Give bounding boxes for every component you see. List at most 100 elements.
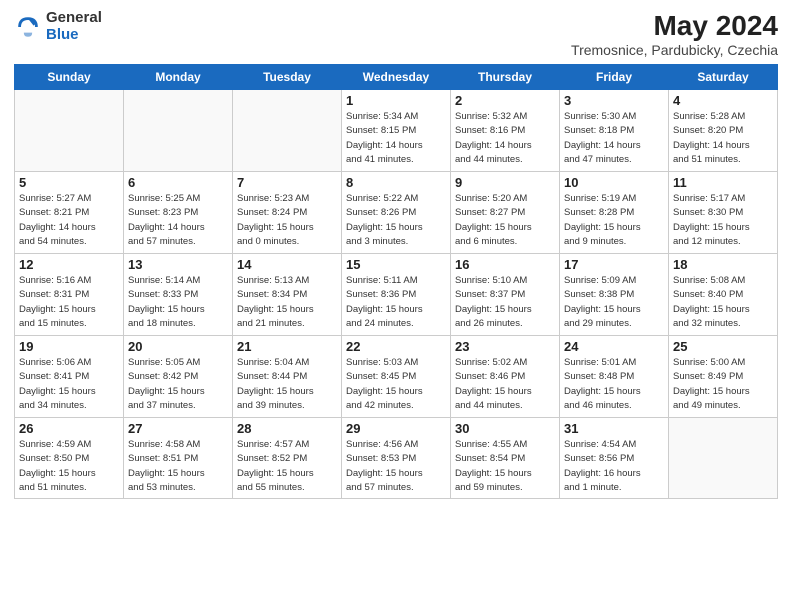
- day-number: 21: [237, 339, 337, 354]
- table-row: 15Sunrise: 5:11 AMSunset: 8:36 PMDayligh…: [342, 254, 451, 336]
- table-row: 25 Sunrise: 5:00 AMSunset: 8:49 PMDayligh…: [669, 336, 778, 418]
- day-info: Sunrise: 4:56 AMSunset: 8:53 PMDaylight:…: [346, 438, 446, 495]
- day-number: 31: [564, 421, 664, 436]
- table-row: 21 Sunrise: 5:04 AMSunset: 8:44 PMDayligh…: [233, 336, 342, 418]
- logo: General Blue: [14, 10, 102, 43]
- day-info: Sunrise: 5:06 AMSunset: 8:41 PMDaylight:…: [19, 356, 119, 413]
- main-title: May 2024: [571, 10, 778, 42]
- table-row: 31 Sunrise: 4:54 AMSunset: 8:56 PMDayligh…: [560, 418, 669, 499]
- table-row: [124, 90, 233, 172]
- table-row: 11 Sunrise: 5:17 AMSunset: 8:30 PMDayligh…: [669, 172, 778, 254]
- calendar-body: 1Sunrise: 5:34 AMSunset: 8:15 PMDaylight…: [15, 90, 778, 499]
- day-number: 29: [346, 421, 446, 436]
- day-info: Sunrise: 5:01 AMSunset: 8:48 PMDaylight:…: [564, 356, 664, 413]
- days-of-week-row: Sunday Monday Tuesday Wednesday Thursday…: [15, 65, 778, 90]
- day-number: 28: [237, 421, 337, 436]
- table-row: 3 Sunrise: 5:30 AMSunset: 8:18 PMDaylight…: [560, 90, 669, 172]
- table-row: 18 Sunrise: 5:08 AMSunset: 8:40 PMDayligh…: [669, 254, 778, 336]
- col-sunday: Sunday: [15, 65, 124, 90]
- calendar: Sunday Monday Tuesday Wednesday Thursday…: [14, 64, 778, 499]
- day-info: Sunrise: 5:23 AMSunset: 8:24 PMDaylight:…: [237, 192, 337, 249]
- table-row: 6 Sunrise: 5:25 AMSunset: 8:23 PMDaylight…: [124, 172, 233, 254]
- day-info: Sunrise: 5:32 AMSunset: 8:16 PMDaylight:…: [455, 110, 555, 167]
- day-number: 15: [346, 257, 446, 272]
- table-row: 14 Sunrise: 5:13 AMSunset: 8:34 PMDayligh…: [233, 254, 342, 336]
- table-row: [15, 90, 124, 172]
- day-info: Sunrise: 4:59 AMSunset: 8:50 PMDaylight:…: [19, 438, 119, 495]
- day-number: 14: [237, 257, 337, 272]
- table-row: 4Sunrise: 5:28 AMSunset: 8:20 PMDaylight…: [669, 90, 778, 172]
- day-number: 1: [346, 93, 446, 108]
- table-row: 27 Sunrise: 4:58 AMSunset: 8:51 PMDayligh…: [124, 418, 233, 499]
- day-number: 11: [673, 175, 773, 190]
- table-row: 16 Sunrise: 5:10 AMSunset: 8:37 PMDayligh…: [451, 254, 560, 336]
- day-info: Sunrise: 5:25 AMSunset: 8:23 PMDaylight:…: [128, 192, 228, 249]
- title-block: May 2024 Tremosnice, Pardubicky, Czechia: [571, 10, 778, 58]
- day-info: Sunrise: 5:22 AMSunset: 8:26 PMDaylight:…: [346, 192, 446, 249]
- logo-general-text: General: [46, 10, 102, 27]
- day-info: Sunrise: 5:10 AMSunset: 8:37 PMDaylight:…: [455, 274, 555, 331]
- table-row: 29 Sunrise: 4:56 AMSunset: 8:53 PMDayligh…: [342, 418, 451, 499]
- day-number: 25: [673, 339, 773, 354]
- table-row: 28 Sunrise: 4:57 AMSunset: 8:52 PMDayligh…: [233, 418, 342, 499]
- day-info: Sunrise: 5:20 AMSunset: 8:27 PMDaylight:…: [455, 192, 555, 249]
- day-info: Sunrise: 5:27 AMSunset: 8:21 PMDaylight:…: [19, 192, 119, 249]
- day-number: 3: [564, 93, 664, 108]
- col-friday: Friday: [560, 65, 669, 90]
- day-info: Sunrise: 5:19 AMSunset: 8:28 PMDaylight:…: [564, 192, 664, 249]
- day-info: Sunrise: 5:08 AMSunset: 8:40 PMDaylight:…: [673, 274, 773, 331]
- table-row: 17 Sunrise: 5:09 AMSunset: 8:38 PMDayligh…: [560, 254, 669, 336]
- logo-blue-text: Blue: [46, 27, 102, 44]
- table-row: [669, 418, 778, 499]
- day-number: 22: [346, 339, 446, 354]
- col-thursday: Thursday: [451, 65, 560, 90]
- day-info: Sunrise: 5:17 AMSunset: 8:30 PMDaylight:…: [673, 192, 773, 249]
- day-number: 19: [19, 339, 119, 354]
- day-info: Sunrise: 5:02 AMSunset: 8:46 PMDaylight:…: [455, 356, 555, 413]
- table-row: 8 Sunrise: 5:22 AMSunset: 8:26 PMDaylight…: [342, 172, 451, 254]
- table-row: 13Sunrise: 5:14 AMSunset: 8:33 PMDayligh…: [124, 254, 233, 336]
- day-number: 10: [564, 175, 664, 190]
- table-row: 22 Sunrise: 5:03 AMSunset: 8:45 PMDayligh…: [342, 336, 451, 418]
- calendar-header: Sunday Monday Tuesday Wednesday Thursday…: [15, 65, 778, 90]
- day-number: 17: [564, 257, 664, 272]
- day-info: Sunrise: 5:03 AMSunset: 8:45 PMDaylight:…: [346, 356, 446, 413]
- table-row: 20Sunrise: 5:05 AMSunset: 8:42 PMDayligh…: [124, 336, 233, 418]
- col-monday: Monday: [124, 65, 233, 90]
- col-wednesday: Wednesday: [342, 65, 451, 90]
- table-row: 30 Sunrise: 4:55 AMSunset: 8:54 PMDayligh…: [451, 418, 560, 499]
- day-number: 16: [455, 257, 555, 272]
- table-row: 12Sunrise: 5:16 AMSunset: 8:31 PMDayligh…: [15, 254, 124, 336]
- logo-icon: [14, 13, 42, 41]
- day-number: 7: [237, 175, 337, 190]
- day-number: 30: [455, 421, 555, 436]
- day-number: 26: [19, 421, 119, 436]
- day-info: Sunrise: 5:16 AMSunset: 8:31 PMDaylight:…: [19, 274, 119, 331]
- day-info: Sunrise: 4:57 AMSunset: 8:52 PMDaylight:…: [237, 438, 337, 495]
- day-info: Sunrise: 5:00 AMSunset: 8:49 PMDaylight:…: [673, 356, 773, 413]
- day-info: Sunrise: 4:55 AMSunset: 8:54 PMDaylight:…: [455, 438, 555, 495]
- day-info: Sunrise: 5:04 AMSunset: 8:44 PMDaylight:…: [237, 356, 337, 413]
- table-row: 7 Sunrise: 5:23 AMSunset: 8:24 PMDaylight…: [233, 172, 342, 254]
- day-info: Sunrise: 4:54 AMSunset: 8:56 PMDaylight:…: [564, 438, 664, 495]
- col-saturday: Saturday: [669, 65, 778, 90]
- day-number: 5: [19, 175, 119, 190]
- table-row: 9 Sunrise: 5:20 AMSunset: 8:27 PMDaylight…: [451, 172, 560, 254]
- day-number: 27: [128, 421, 228, 436]
- day-number: 8: [346, 175, 446, 190]
- day-info: Sunrise: 5:09 AMSunset: 8:38 PMDaylight:…: [564, 274, 664, 331]
- day-number: 6: [128, 175, 228, 190]
- day-number: 18: [673, 257, 773, 272]
- table-row: 23 Sunrise: 5:02 AMSunset: 8:46 PMDayligh…: [451, 336, 560, 418]
- day-number: 9: [455, 175, 555, 190]
- day-info: Sunrise: 5:13 AMSunset: 8:34 PMDaylight:…: [237, 274, 337, 331]
- table-row: [233, 90, 342, 172]
- subtitle: Tremosnice, Pardubicky, Czechia: [571, 42, 778, 58]
- day-info: Sunrise: 5:30 AMSunset: 8:18 PMDaylight:…: [564, 110, 664, 167]
- table-row: 26 Sunrise: 4:59 AMSunset: 8:50 PMDayligh…: [15, 418, 124, 499]
- day-number: 23: [455, 339, 555, 354]
- day-info: Sunrise: 4:58 AMSunset: 8:51 PMDaylight:…: [128, 438, 228, 495]
- day-number: 2: [455, 93, 555, 108]
- col-tuesday: Tuesday: [233, 65, 342, 90]
- table-row: 1Sunrise: 5:34 AMSunset: 8:15 PMDaylight…: [342, 90, 451, 172]
